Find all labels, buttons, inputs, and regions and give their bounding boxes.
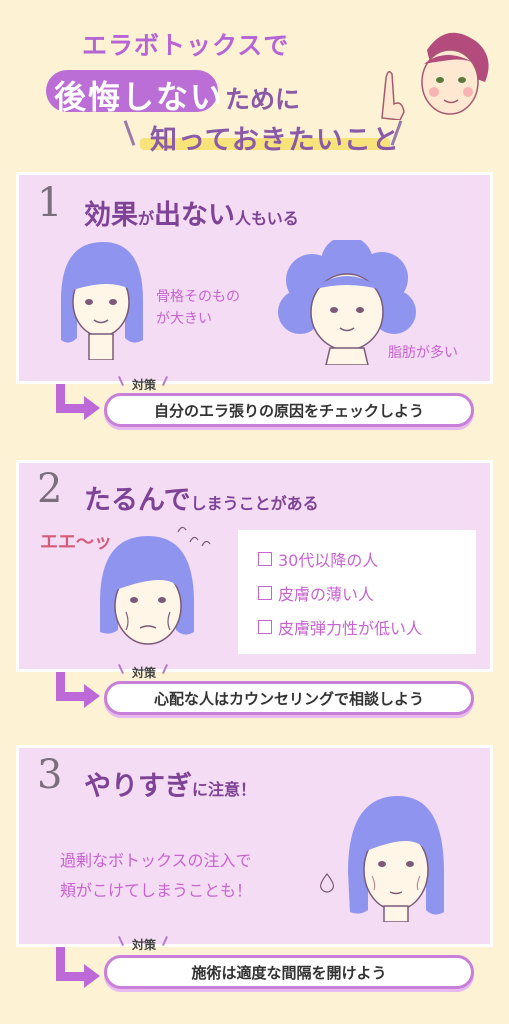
section-3-action-tag: 対策 — [132, 938, 157, 952]
section-1-label-a: 骨格そのもの が大きい — [156, 289, 240, 327]
woman-straight-hair-illustration — [61, 242, 143, 360]
header-line1: エラボトックスで — [82, 31, 290, 60]
section-2-action: 心配な人はカウンセリングで相談しよう — [104, 681, 474, 715]
section-3-arrow-horizontal — [56, 972, 86, 981]
section-2-action-tag: 対策 — [132, 666, 157, 680]
section-1-arrow-head — [84, 396, 100, 420]
woman-sagging-illustration — [100, 536, 194, 645]
section-3-number: 3 — [37, 752, 63, 798]
section-3-note: 過剰なボトックスの注入で 頬がこけてしまうことも！ — [60, 846, 252, 906]
section-1-action: 自分のエラ張りの原因をチェックしよう — [104, 393, 474, 427]
checkbox-icon — [258, 552, 272, 566]
header: エラボトックスで 後悔しない ために 知っておきたいこと — [0, 0, 509, 160]
header-line2-suffix: ために — [225, 85, 301, 114]
presenter-illustration — [381, 32, 489, 120]
section-1-action-tag: 対策 — [132, 378, 157, 392]
header-line3: 知っておきたいこと — [150, 125, 400, 156]
checklist-item: 皮膚弾力性が低い人 — [258, 610, 476, 644]
section-1-title: 効果が出ない人もいる — [84, 200, 299, 231]
section-3-title: やりすぎに注意！ — [84, 771, 257, 802]
section-1-label-b: 脂肪が多い — [388, 345, 458, 361]
header-line2: 後悔しない — [54, 78, 225, 116]
section-3-arrow-head — [84, 964, 100, 988]
checklist-item: 30代以降の人 — [258, 542, 476, 576]
section-2-checklist-panel: 30代以降の人 皮膚の薄い人 皮膚弾力性が低い人 — [238, 530, 476, 654]
sweat-lines-icon — [177, 526, 211, 547]
section-2-arrow-head — [84, 684, 100, 708]
checklist-item: 皮膚の薄い人 — [258, 576, 476, 610]
section-3-action: 施術は適度な間隔を開けよう — [104, 955, 474, 989]
section-2-arrow-horizontal — [56, 692, 86, 701]
checkbox-icon — [258, 586, 272, 600]
section-3-note-line2: 頬がこけてしまうことも！ — [60, 881, 253, 900]
sweat-drop-icon — [320, 873, 334, 893]
section-1-number: 1 — [37, 180, 63, 226]
woman-hollow-cheeks-illustration — [348, 796, 444, 922]
section-2-number: 2 — [37, 466, 63, 512]
section-2-title: たるんでしまうことがある — [84, 485, 319, 516]
header-slash-left — [123, 120, 136, 146]
section-3-note-line1: 過剰なボトックスの注入で — [60, 851, 252, 870]
section-1-arrow-horizontal — [56, 404, 86, 413]
checkbox-icon — [258, 620, 272, 634]
